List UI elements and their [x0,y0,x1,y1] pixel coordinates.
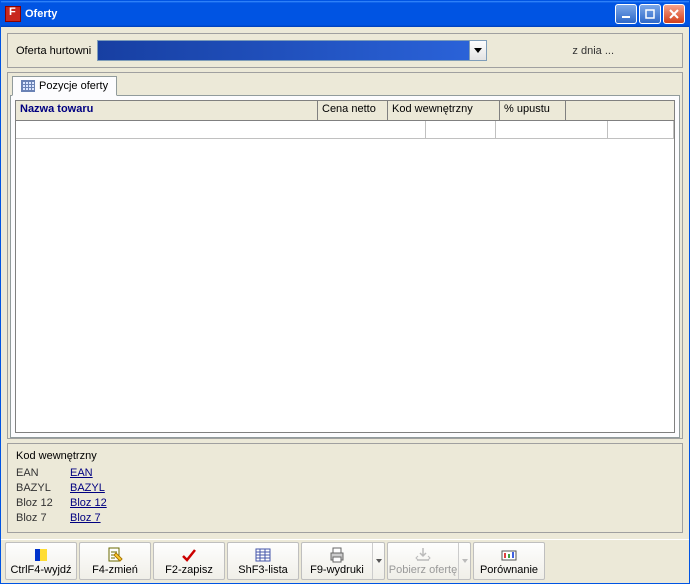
check-icon [181,546,197,564]
grid-header: Nazwa towaru Cena netto Kod wewnętrzny %… [16,101,674,121]
window-buttons [615,4,685,24]
col-filler-header [566,101,674,121]
code-key: BAZYL [16,481,62,496]
maximize-button[interactable] [639,4,661,24]
items-grid[interactable]: Nazwa towaru Cena netto Kod wewnętrzny %… [15,100,675,433]
tab-positions[interactable]: Pozycje oferty [12,76,117,96]
print-button-label: F9-wydruki [310,564,364,576]
minimize-button[interactable] [615,4,637,24]
list-button-label: ShF3-lista [238,564,288,576]
code-link-ean[interactable]: EAN [70,466,93,481]
print-button[interactable]: F9-wydruki [301,542,385,580]
grid-row[interactable] [16,121,674,139]
col-name-header[interactable]: Nazwa towaru [16,101,318,121]
code-row-ean: EAN EAN [16,466,674,481]
col-price-header[interactable]: Cena netto [318,101,388,121]
change-button-label: F4-zmień [92,564,138,576]
save-button[interactable]: F2-zapisz [153,542,225,580]
window: Oferty Oferta hurtowni z dnia ... [0,0,690,584]
print-split-arrow[interactable] [372,543,384,579]
grid-body[interactable] [16,139,674,432]
download-button-label: Pobierz ofertę [389,564,457,576]
offer-combo[interactable] [97,40,487,61]
exit-button[interactable]: CtrlF4-wyjdź [5,542,77,580]
offer-combo-dropdown[interactable] [469,40,487,61]
offer-date-label: z dnia ... [572,45,614,57]
code-key: Bloz 12 [16,496,62,511]
list-button[interactable]: ShF3-lista [227,542,299,580]
exit-icon [33,546,49,564]
cell-code[interactable] [496,121,608,139]
tab-strip: Pozycje oferty [10,76,680,96]
compare-button[interactable]: Porównanie [473,542,545,580]
close-icon [669,9,679,19]
internal-code-panel: Kod wewnętrzny EAN EAN BAZYL BAZYL Bloz … [7,443,683,533]
code-key: EAN [16,466,62,481]
cell-name[interactable] [16,121,426,139]
grid-icon [21,80,35,92]
compare-button-label: Porównanie [480,564,538,576]
list-icon [255,546,271,564]
tabs-panel: Pozycje oferty Nazwa towaru Cena netto K… [7,72,683,439]
code-link-bloz12[interactable]: Bloz 12 [70,496,107,511]
code-row-bloz7: Bloz 7 Bloz 7 [16,511,674,526]
chevron-down-icon [462,559,468,563]
save-button-label: F2-zapisz [165,564,213,576]
close-button[interactable] [663,4,685,24]
exit-button-label: CtrlF4-wyjdź [10,564,71,576]
window-title: Oferty [25,8,615,20]
offer-combo-input[interactable] [97,40,469,61]
cell-price[interactable] [426,121,496,139]
minimize-icon [621,9,631,19]
client-area: Oferta hurtowni z dnia ... Pozycje ofert… [1,27,689,539]
offer-selector-panel: Oferta hurtowni z dnia ... [7,33,683,68]
edit-icon [107,546,123,564]
download-split-arrow[interactable] [458,543,470,579]
titlebar: Oferty [1,1,689,27]
maximize-icon [645,9,655,19]
download-offer-button[interactable]: Pobierz ofertę [387,542,471,580]
bottom-toolbar: CtrlF4-wyjdź F4-zmień F2-zapisz ShF3-lis… [1,539,689,583]
code-link-bazyl[interactable]: BAZYL [70,481,105,496]
internal-code-title: Kod wewnętrzny [16,450,674,462]
tab-positions-label: Pozycje oferty [39,80,108,92]
cell-discount[interactable] [608,121,674,139]
download-icon [415,546,431,564]
code-row-bloz12: Bloz 12 Bloz 12 [16,496,674,511]
tab-body: Nazwa towaru Cena netto Kod wewnętrzny %… [10,95,680,438]
code-key: Bloz 7 [16,511,62,526]
col-discount-header[interactable]: % upustu [500,101,566,121]
compare-icon [501,546,517,564]
change-button[interactable]: F4-zmień [79,542,151,580]
code-row-bazyl: BAZYL BAZYL [16,481,674,496]
code-link-bloz7[interactable]: Bloz 7 [70,511,101,526]
col-code-header[interactable]: Kod wewnętrzny [388,101,500,121]
app-icon [5,6,21,22]
chevron-down-icon [474,48,482,54]
chevron-down-icon [376,559,382,563]
offer-label: Oferta hurtowni [16,45,91,57]
printer-icon [328,546,346,564]
